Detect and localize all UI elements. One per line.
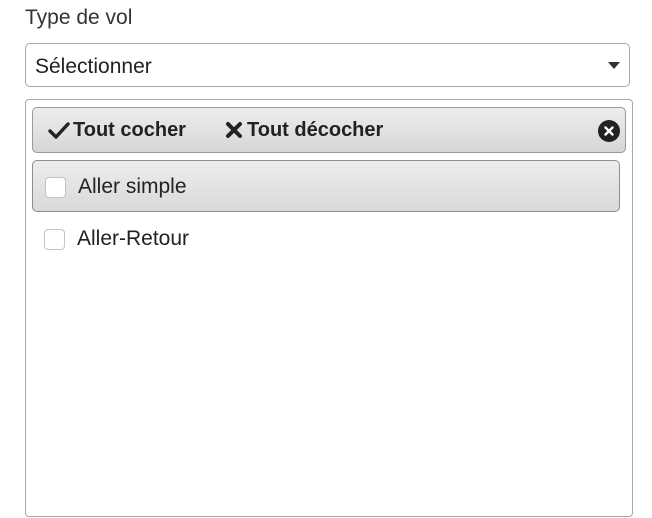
option-label: Aller simple [78,175,187,198]
close-button[interactable] [598,120,620,142]
field-label: Type de vol [25,6,133,29]
select-value: Sélectionner [35,55,152,78]
caret-down-icon [608,62,620,69]
dropdown-panel: Tout cocher Tout décocher Aller simple A… [25,99,633,517]
dropdown-header: Tout cocher Tout décocher [32,107,626,153]
close-circle-icon [603,125,615,137]
check-all-label: Tout cocher [73,118,186,141]
checkbox[interactable] [45,177,66,198]
checkbox[interactable] [44,229,65,250]
option-aller-retour[interactable]: Aller-Retour [32,213,620,265]
uncheck-all-button[interactable]: Tout décocher [224,118,383,142]
checkmark-icon [48,121,70,139]
flight-type-select[interactable]: Sélectionner [25,43,630,87]
x-mark-icon [224,120,244,140]
check-all-button[interactable]: Tout cocher [48,118,186,142]
option-label: Aller-Retour [77,227,190,250]
uncheck-all-label: Tout décocher [247,118,384,141]
option-aller-simple[interactable]: Aller simple [32,160,620,212]
